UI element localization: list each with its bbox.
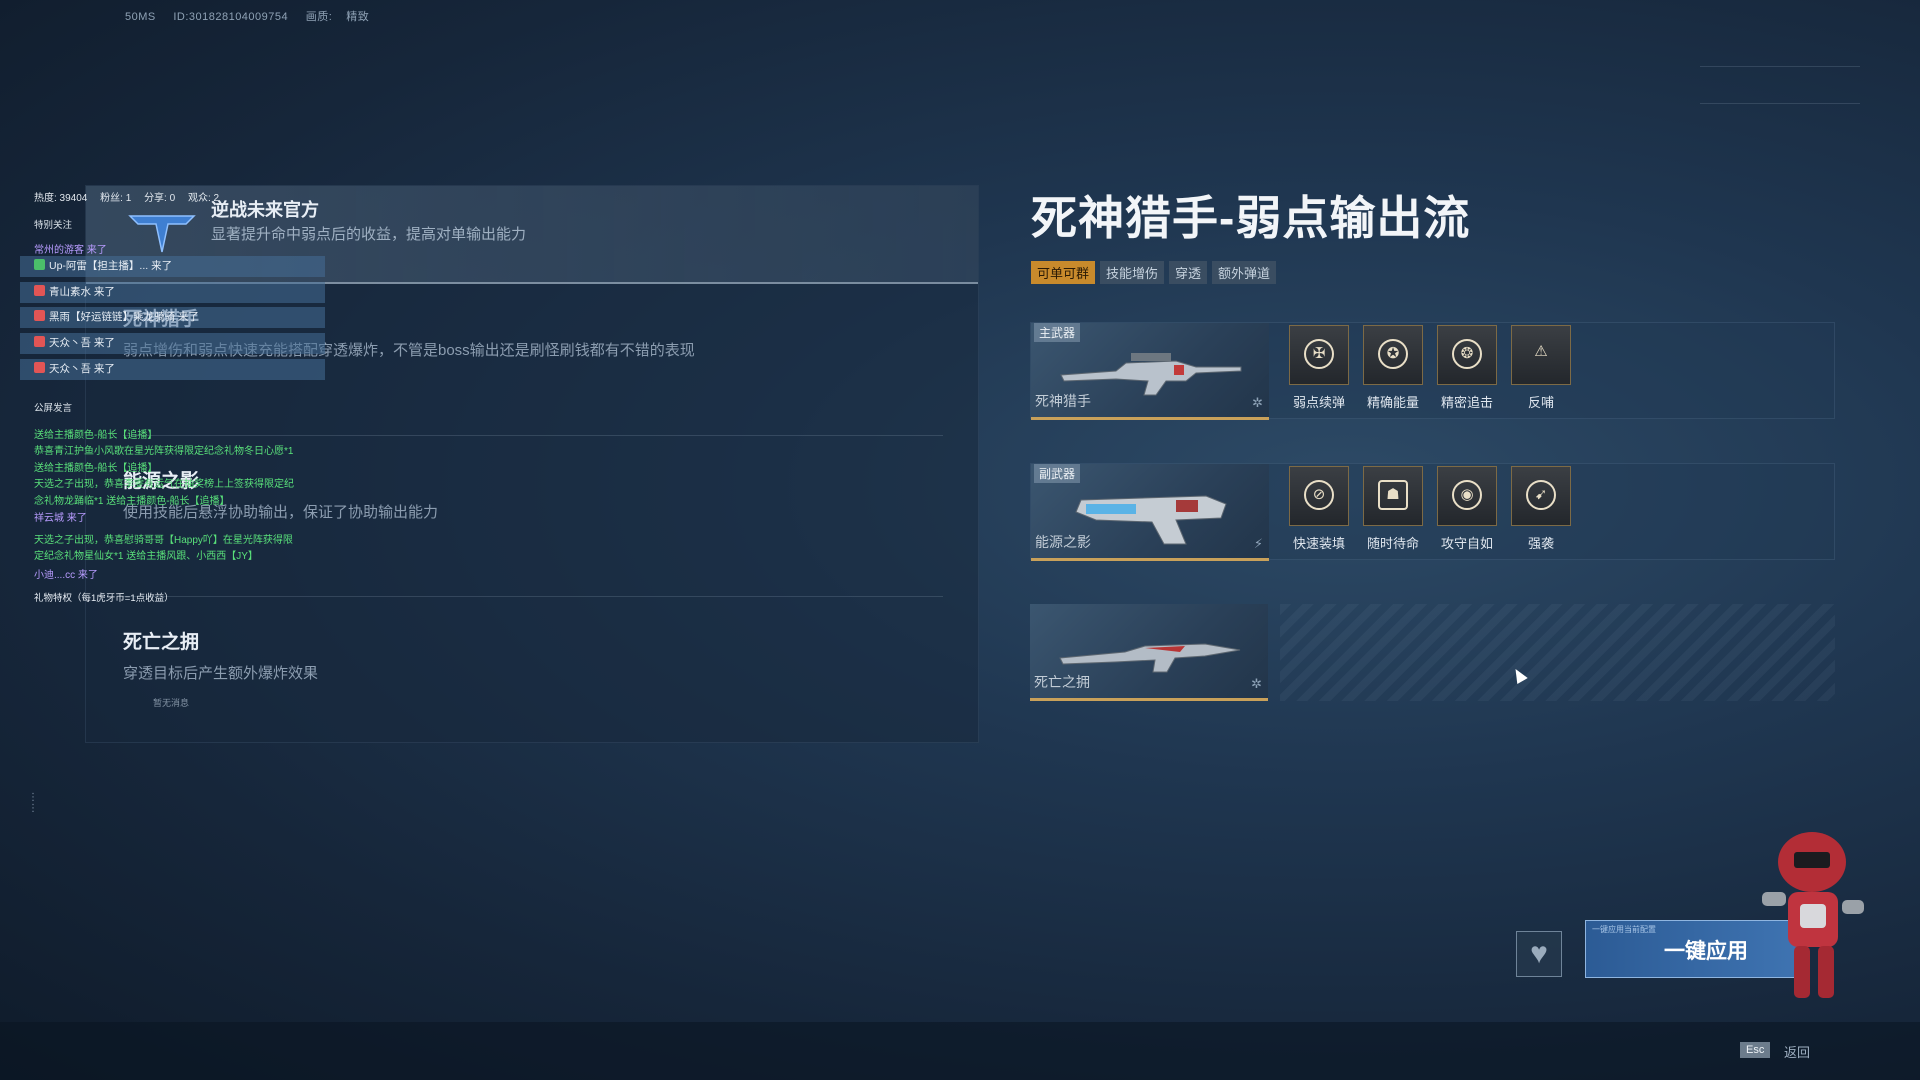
side-handle-icon[interactable]: ⋮ ⋮ bbox=[28, 792, 38, 818]
mod-name: 弱点续弹 bbox=[1292, 395, 1345, 410]
live-chat-overlay: 热度: 39404 粉丝: 1 分享: 0 观众: 2 特别关注 常州的游客 来… bbox=[20, 185, 325, 605]
esc-key-badge[interactable]: Esc bbox=[1740, 1042, 1771, 1058]
chat-message: 祥云城 来了 bbox=[34, 513, 87, 524]
user-badge-icon bbox=[34, 259, 45, 270]
chat-message: 恭喜青江护鱼小风歌在星光阵获得限定纪念礼物冬日心愿*1 bbox=[34, 446, 294, 457]
primary-weapon-card[interactable]: 主武器 死神猎手 ✲ bbox=[1031, 323, 1269, 420]
corner-decoration bbox=[1700, 66, 1860, 104]
primary-weapon-row: 主武器 死神猎手 ✲ ✠ 弱点续弹 ✪ 精确能量 ❂ 精密追击 ⚠ 反哺 bbox=[1030, 322, 1835, 420]
chat-entry-item: 天众丶吾 来了 bbox=[20, 359, 325, 380]
build-tags: 可单可群 技能增伤 穿透 额外弹道 bbox=[1031, 261, 1277, 284]
session-id-text: ID:301828104009754 bbox=[173, 11, 289, 23]
heart-icon: ♥ bbox=[1530, 937, 1548, 970]
mod-icon: ✠ bbox=[1289, 325, 1349, 385]
mod-icon: ◉ bbox=[1437, 466, 1497, 526]
chat-message: 小迪....cc 来了 bbox=[34, 570, 98, 581]
mod-name: 快速装填 bbox=[1292, 536, 1345, 551]
user-badge-icon bbox=[34, 362, 45, 373]
weapon-name: 死亡之拥 bbox=[1034, 674, 1090, 690]
mod-slot[interactable]: ❂ 精密追击 bbox=[1437, 325, 1497, 411]
mod-icon: ☗ bbox=[1363, 466, 1423, 526]
mod-name: 精密追击 bbox=[1440, 395, 1493, 410]
chat-message: 常州的游客 来了 bbox=[34, 245, 107, 256]
weapon-slot-badge: 副武器 bbox=[1034, 464, 1081, 483]
chat-message: 念礼物龙踊临*1 送给主播颜色-船长【追播】 bbox=[34, 496, 230, 507]
mod-slot[interactable]: ◉ 攻守自如 bbox=[1437, 466, 1497, 552]
quality-value: 精致 bbox=[346, 11, 370, 23]
share-count: 分享: 0 bbox=[144, 193, 176, 204]
weapon-name: 能源之影 bbox=[1035, 534, 1091, 550]
mod-icon: ⚠ bbox=[1511, 325, 1571, 385]
mod-name: 反哺 bbox=[1527, 395, 1554, 410]
secondary-weapon-row: 副武器 能源之影 ⚡ ⊘ 快速装填 ☗ 随时待命 ◉ 攻守自如 ➹ 强袭 bbox=[1030, 463, 1835, 561]
chat-entry-item: 天众丶吾 来了 bbox=[20, 333, 325, 354]
special-follow-label: 特别关注 bbox=[34, 220, 73, 231]
gear-icon: ✲ bbox=[1252, 395, 1263, 410]
gear-icon: ✲ bbox=[1251, 676, 1262, 691]
quality-label: 画质: bbox=[305, 11, 333, 23]
chat-entry-item: 黑雨【好运链链】乘龙骑骑 来了 bbox=[20, 307, 325, 328]
weapon-slot-badge: 主武器 bbox=[1034, 323, 1081, 342]
robot-mascot-icon bbox=[1762, 832, 1864, 998]
empty-mod-slots bbox=[1280, 604, 1835, 701]
tag: 穿透 bbox=[1169, 261, 1208, 284]
mod-slot[interactable]: ⚠ 反哺 bbox=[1511, 325, 1571, 411]
melee-weapon-card[interactable]: 死亡之拥 ✲ bbox=[1030, 604, 1268, 701]
favorite-heart-button[interactable]: ♥ bbox=[1516, 931, 1562, 977]
melee-weapon-row: 死亡之拥 ✲ bbox=[1030, 604, 1835, 701]
top-info-bar: 50MS ID:301828104009754 画质: 精致 bbox=[125, 8, 383, 24]
mod-list: ✠ 弱点续弹 ✪ 精确能量 ❂ 精密追击 ⚠ 反哺 bbox=[1289, 325, 1571, 411]
mod-slot[interactable]: ✪ 精确能量 bbox=[1363, 325, 1423, 411]
user-badge-icon bbox=[34, 336, 45, 347]
mod-name: 攻守自如 bbox=[1440, 536, 1493, 551]
hot-count: 热度: 39404 bbox=[34, 193, 88, 204]
secondary-weapon-card[interactable]: 副武器 能源之影 ⚡ bbox=[1031, 464, 1269, 561]
mod-slot[interactable]: ⊘ 快速装填 bbox=[1289, 466, 1349, 552]
latency-text: 50MS bbox=[125, 11, 156, 23]
melee-weapon-description: 死亡之拥 穿透目标后产生额外爆炸效果 bbox=[123, 627, 318, 683]
block-desc: 穿透目标后产生额外爆炸效果 bbox=[123, 665, 319, 682]
chat-entry-item: 青山素水 来了 bbox=[20, 282, 325, 303]
public-chat-label: 公屏发言 bbox=[34, 403, 73, 414]
user-badge-icon bbox=[34, 285, 45, 296]
weapon-name: 死神猎手 bbox=[1035, 393, 1091, 409]
tag: 可单可群 bbox=[1031, 261, 1096, 284]
mod-slot[interactable]: ☗ 随时待命 bbox=[1363, 466, 1423, 552]
apply-label: 一键应用 bbox=[1664, 940, 1748, 963]
mod-icon: ❂ bbox=[1437, 325, 1497, 385]
tag: 额外弹道 bbox=[1212, 261, 1277, 284]
mod-list: ⊘ 快速装填 ☗ 随时待命 ◉ 攻守自如 ➹ 强袭 bbox=[1289, 466, 1571, 552]
chat-message: 天选之子出现，恭喜李雯有运气在抽奖榜上上签获得限定纪 bbox=[34, 479, 294, 490]
viewer-count: 观众: 2 bbox=[187, 193, 220, 204]
mod-name: 随时待命 bbox=[1366, 536, 1419, 551]
chat-message: 天选之子出现，恭喜慰骑哥哥【Happy吖】在星光阵获得限 bbox=[34, 535, 293, 546]
mod-slot[interactable]: ✠ 弱点续弹 bbox=[1289, 325, 1349, 411]
mod-icon: ✪ bbox=[1363, 325, 1423, 385]
apply-subtitle: 一键应用当前配置 bbox=[1592, 925, 1656, 934]
lightning-icon: ⚡ bbox=[1253, 536, 1263, 551]
mod-slot[interactable]: ➹ 强袭 bbox=[1511, 466, 1571, 552]
empty-note: 暂无消息 bbox=[153, 698, 190, 708]
user-badge-icon bbox=[34, 310, 45, 321]
chat-entry-item: Up-阿雷【担主播】... 来了 bbox=[20, 256, 325, 277]
chat-message: 送给主播颜色-船长【追播】 bbox=[34, 430, 158, 441]
mod-icon: ⊘ bbox=[1289, 466, 1349, 526]
chat-message: 定纪念礼物星仙女*1 送给主播风跟、小西西【JY】 bbox=[34, 551, 258, 562]
mod-name: 强袭 bbox=[1527, 536, 1554, 551]
back-button[interactable]: 返回 bbox=[1784, 1042, 1810, 1061]
gift-privilege-label: 礼物特权（每1虎牙币=1点收益） bbox=[34, 593, 174, 604]
mod-icon: ➹ bbox=[1511, 466, 1571, 526]
block-title: 死亡之拥 bbox=[123, 632, 200, 653]
mod-name: 精确能量 bbox=[1366, 395, 1419, 410]
fans-count: 粉丝: 1 bbox=[100, 193, 132, 204]
chat-message: 送给主播颜色-船长【追播】 bbox=[34, 463, 158, 474]
build-title: 死神猎手-弱点输出流 bbox=[1031, 192, 1471, 244]
tag: 技能增伤 bbox=[1100, 261, 1165, 284]
chat-stats: 热度: 39404 粉丝: 1 分享: 0 观众: 2 bbox=[34, 189, 229, 204]
bottom-bar bbox=[0, 1022, 1920, 1080]
